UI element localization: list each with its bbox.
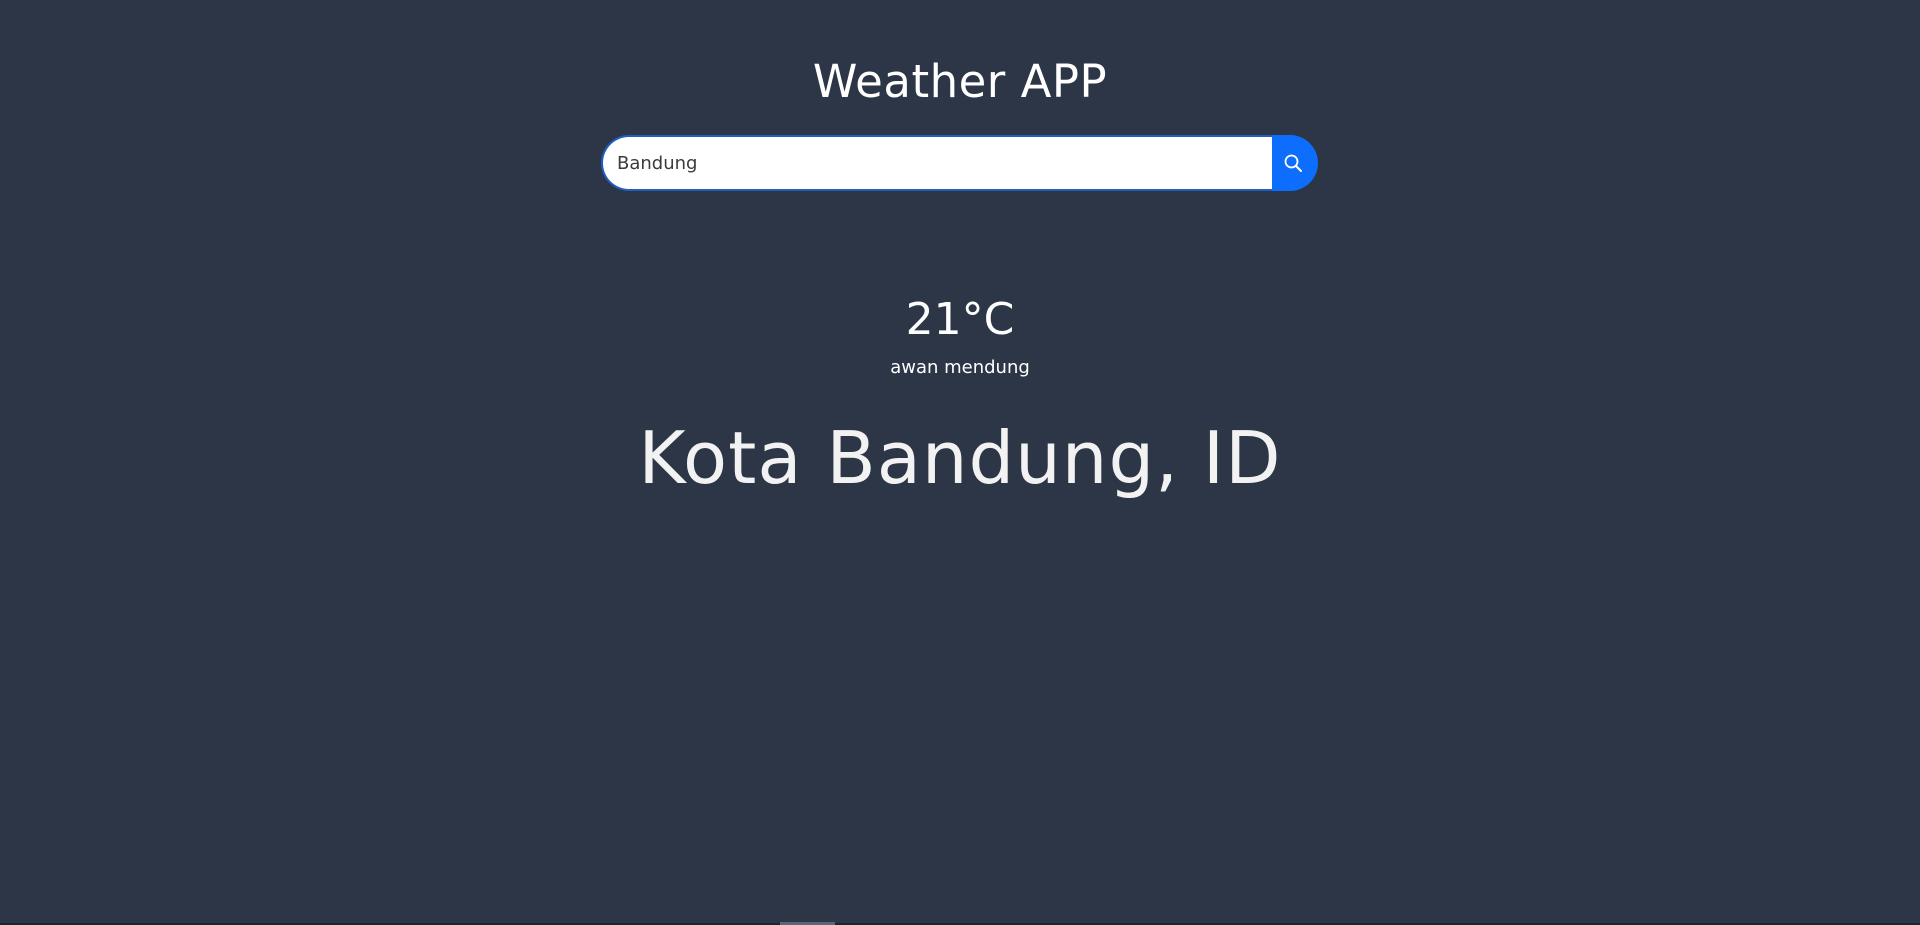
location-name: Kota Bandung, ID [638, 416, 1282, 500]
search-icon [1283, 153, 1303, 173]
weather-description: awan mendung [890, 357, 1030, 378]
app-title: Weather APP [812, 55, 1108, 108]
search-bar [601, 135, 1318, 191]
temperature-value: 21°C [905, 294, 1015, 345]
search-button[interactable] [1272, 135, 1318, 191]
weather-app-page: Weather APP 21°C awan mendung Kota Bandu… [0, 0, 1920, 925]
search-input[interactable] [601, 135, 1272, 191]
